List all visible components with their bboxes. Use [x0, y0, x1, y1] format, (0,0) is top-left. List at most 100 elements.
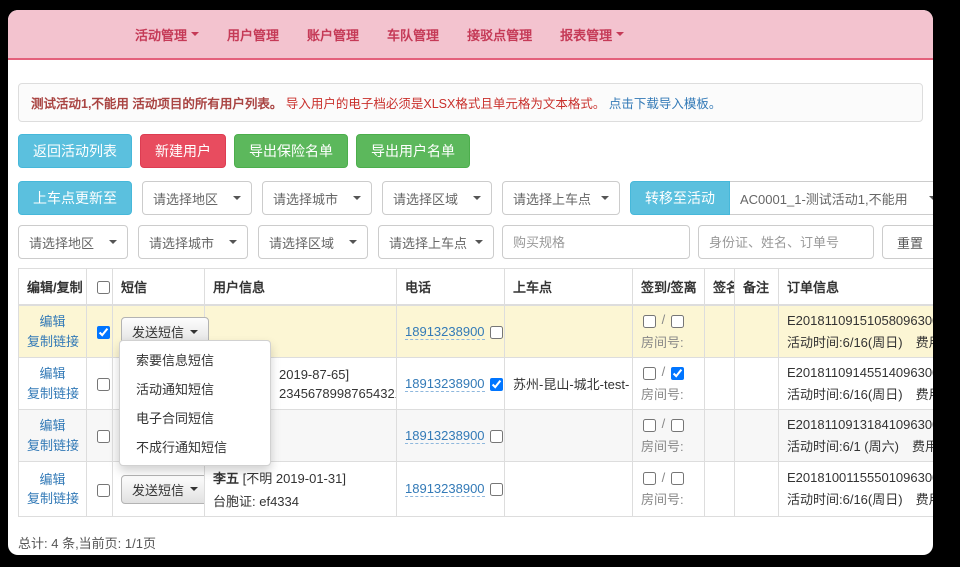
checkin-checkbox[interactable] — [643, 367, 656, 380]
copy-link[interactable]: 复制链接 — [27, 384, 78, 404]
send-sms-button[interactable]: 发送短信 — [121, 475, 205, 504]
copy-link[interactable]: 复制链接 — [27, 489, 78, 509]
table-row: 编辑 复制链接 发送短信 李五 [不明 2019-01 — [19, 462, 934, 517]
room-label: 房间号: — [641, 384, 696, 403]
checkin-checkbox[interactable] — [643, 419, 656, 432]
phone-link[interactable]: 18913238900 — [405, 428, 485, 444]
nav-report-mgmt[interactable]: 报表管理 — [560, 25, 624, 44]
edit-link[interactable]: 编辑 — [27, 416, 78, 436]
select-value: 请选择城市 — [149, 233, 214, 252]
caret-down-icon — [475, 240, 483, 244]
edit-link[interactable]: 编辑 — [27, 312, 78, 332]
nav-label: 接驳点管理 — [467, 25, 532, 44]
filter-city-select[interactable]: 请选择城市 — [138, 225, 248, 259]
row-checkbox[interactable] — [97, 430, 110, 443]
search-input[interactable] — [698, 225, 874, 259]
filter-region-select[interactable]: 请选择地区 — [18, 225, 128, 259]
col-sms: 短信 — [113, 269, 205, 306]
menu-item-activity-notice-sms[interactable]: 活动通知短信 — [120, 374, 270, 403]
row-checkbox[interactable] — [97, 378, 110, 391]
phone-checkbox[interactable] — [490, 326, 503, 339]
district-select[interactable]: 请选择区域 — [382, 181, 492, 215]
table-row: 编辑 复制链接 发送短信 索要信息短信 活动通知短信 — [19, 305, 934, 358]
target-activity-select[interactable]: AC0001_1-测试活动1,不能用 — [730, 181, 933, 215]
row-checkbox[interactable] — [97, 484, 110, 497]
phone-link[interactable]: 18913238900 — [405, 324, 485, 340]
city-select[interactable]: 请选择城市 — [262, 181, 372, 215]
note-cell — [735, 410, 779, 462]
select-all-checkbox[interactable] — [97, 281, 110, 294]
download-template-link[interactable]: 点击下载导入模板。 — [609, 97, 722, 111]
sms-button-label: 发送短信 — [132, 480, 184, 499]
menu-item-econtract-sms[interactable]: 电子合同短信 — [120, 403, 270, 432]
phone-checkbox[interactable] — [490, 430, 503, 443]
back-to-activity-list-button[interactable]: 返回活动列表 — [18, 134, 132, 168]
checkout-checkbox[interactable] — [671, 472, 684, 485]
col-pickup: 上车点 — [505, 269, 633, 306]
filter-district-select[interactable]: 请选择区域 — [258, 225, 368, 259]
select-value: 请选择地区 — [29, 233, 94, 252]
phone-link[interactable]: 18913238900 — [405, 481, 485, 497]
caret-down-icon — [109, 240, 117, 244]
phone-checkbox[interactable] — [490, 483, 503, 496]
edit-link[interactable]: 编辑 — [27, 364, 78, 384]
copy-link[interactable]: 复制链接 — [27, 332, 78, 352]
checkout-checkbox[interactable] — [671, 367, 684, 380]
nav-activity-mgmt[interactable]: 活动管理 — [135, 25, 199, 44]
nav-label: 活动管理 — [135, 25, 187, 44]
checkout-checkbox[interactable] — [671, 315, 684, 328]
room-label: 房间号: — [641, 332, 696, 351]
note-cell — [735, 358, 779, 410]
select-value: AC0001_1-测试活动1,不能用 — [740, 189, 908, 208]
nav-pickup-point-mgmt[interactable]: 接驳点管理 — [467, 25, 532, 44]
caret-down-icon — [616, 32, 624, 36]
sign-cell — [705, 305, 735, 358]
edit-link[interactable]: 编辑 — [27, 470, 78, 490]
caret-down-icon — [191, 32, 199, 36]
new-user-button[interactable]: 新建用户 — [140, 134, 226, 168]
phone-link[interactable]: 18913238900 — [405, 376, 485, 392]
caret-down-icon — [233, 196, 241, 200]
pickup-cell: 苏州-昆山-城北-test- — [505, 358, 633, 410]
nav-account-mgmt[interactable]: 账户管理 — [307, 25, 359, 44]
region-select[interactable]: 请选择地区 — [142, 181, 252, 215]
order-number: E20181109131841096300031 — [787, 417, 933, 432]
table-header-row: 编辑/复制 短信 用户信息 电话 上车点 签到/签离 签名 备注 订单信息 — [19, 269, 934, 306]
purchase-spec-input[interactable] — [502, 225, 690, 259]
export-insurance-button[interactable]: 导出保险名单 — [234, 134, 348, 168]
filter-pickup-select[interactable]: 请选择上车点 — [378, 225, 494, 259]
select-value: 请选择地区 — [153, 189, 218, 208]
note-cell — [735, 462, 779, 517]
nav-user-mgmt[interactable]: 用户管理 — [227, 25, 279, 44]
export-users-button[interactable]: 导出用户名单 — [356, 134, 470, 168]
sign-cell — [705, 358, 735, 410]
reset-button[interactable]: 重置 — [882, 225, 933, 259]
update-pickup-button[interactable]: 上车点更新至 — [18, 181, 132, 215]
select-value: 请选择上车点 — [513, 189, 591, 208]
menu-item-cancel-notice-sms[interactable]: 不成行通知短信 — [120, 432, 270, 461]
order-detail: 活动时间:6/1 (周六) 费用类型 — [787, 436, 933, 455]
note-cell — [735, 305, 779, 358]
pickup-point-select[interactable]: 请选择上车点 — [502, 181, 620, 215]
users-table-wrap: 编辑/复制 短信 用户信息 电话 上车点 签到/签离 签名 备注 订单信息 — [18, 268, 923, 517]
pickup-cell — [505, 410, 633, 462]
col-checkin: 签到/签离 — [633, 269, 705, 306]
users-table: 编辑/复制 短信 用户信息 电话 上车点 签到/签离 签名 备注 订单信息 — [18, 268, 933, 517]
checkin-checkbox[interactable] — [643, 472, 656, 485]
transfer-to-activity-button[interactable]: 转移至活动 — [630, 181, 730, 215]
sms-dropdown-menu: 索要信息短信 活动通知短信 电子合同短信 不成行通知短信 — [119, 340, 271, 466]
room-label: 房间号: — [641, 489, 696, 508]
copy-link[interactable]: 复制链接 — [27, 436, 78, 456]
slash-text: / — [662, 470, 666, 485]
phone-checkbox[interactable] — [490, 378, 503, 391]
checkin-checkbox[interactable] — [643, 315, 656, 328]
menu-item-request-info-sms[interactable]: 索要信息短信 — [120, 345, 270, 374]
col-note: 备注 — [735, 269, 779, 306]
caret-down-icon — [473, 196, 481, 200]
row-checkbox[interactable] — [97, 326, 110, 339]
nav-fleet-mgmt[interactable]: 车队管理 — [387, 25, 439, 44]
slash-text: / — [662, 416, 666, 431]
checkout-checkbox[interactable] — [671, 419, 684, 432]
nav-label: 用户管理 — [227, 25, 279, 44]
order-detail: 活动时间:6/16(周日) 费用类型 — [787, 384, 933, 403]
